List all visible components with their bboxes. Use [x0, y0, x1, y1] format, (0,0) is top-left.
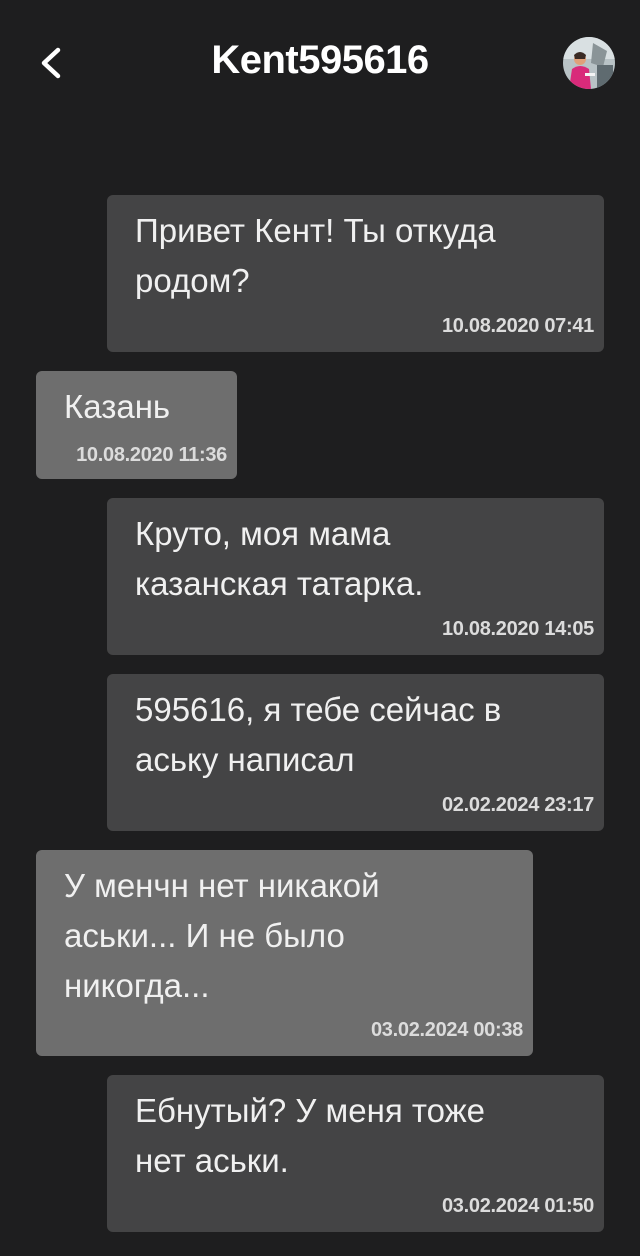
message-text: 595616, я тебе сейчас в аську написал — [135, 691, 502, 778]
message-bubble-incoming[interactable]: У менчн нет никакой aськи... И не было н… — [36, 850, 533, 1056]
message-bubble-outgoing[interactable]: Ебнутый? У меня тоже нет аськи. 03.02.20… — [107, 1075, 604, 1232]
message-text: Круто, моя мама казанская татарка. — [135, 515, 424, 602]
message-text: Казань — [64, 388, 171, 425]
message-bubble-outgoing[interactable]: 595616, я тебе сейчас в аську написал 02… — [107, 674, 604, 831]
message-timestamp: 10.08.2020 14:05 — [441, 618, 594, 640]
message-timestamp: 10.08.2020 11:36 — [76, 444, 227, 466]
message-bubble-incoming[interactable]: Казань 10.08.2020 11:36 — [36, 371, 237, 479]
message-timestamp: 03.02.2024 01:50 — [441, 1195, 594, 1217]
message-timestamp: 10.08.2020 07:41 — [441, 315, 594, 337]
message-text: Ебнутый? У меня тоже нет аськи. — [135, 1092, 486, 1179]
message-list[interactable]: Привет Кент! Ты откуда родом? 10.08.2020… — [0, 0, 640, 1256]
message-bubble-outgoing[interactable]: Круто, моя мама казанская татарка. 10.08… — [107, 498, 604, 655]
message-text: У менчн нет никакой aськи... И не было н… — [64, 867, 380, 1004]
message-bubble-outgoing[interactable]: Привет Кент! Ты откуда родом? 10.08.2020… — [107, 195, 604, 352]
message-timestamp: 03.02.2024 00:38 — [370, 1019, 523, 1041]
message-timestamp: 02.02.2024 23:17 — [441, 794, 594, 816]
message-text: Привет Кент! Ты откуда родом? — [135, 212, 496, 299]
